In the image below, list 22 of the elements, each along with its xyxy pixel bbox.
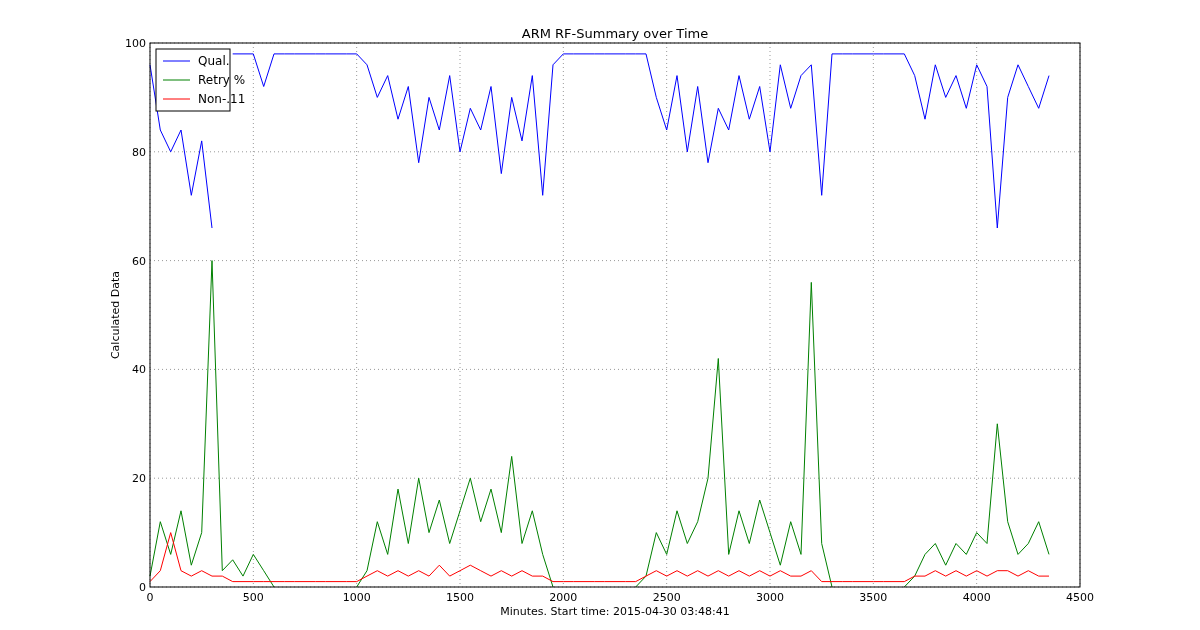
legend-label: Qual. xyxy=(198,54,230,68)
tick-label: 2000 xyxy=(549,591,578,604)
tick-label: 40 xyxy=(132,363,146,377)
tick-label: 100 xyxy=(125,37,146,50)
tick-label: 60 xyxy=(132,254,146,268)
tick-label: 4500 xyxy=(1066,591,1094,604)
tick-label: 1000 xyxy=(342,591,371,604)
tick-label: 500 xyxy=(242,591,264,604)
tick-label: 20 xyxy=(132,472,146,486)
y-axis-label: Calculated Data xyxy=(109,270,122,360)
legend-label: Non-.11 xyxy=(198,92,246,106)
chart-title: ARM RF-Summary over Time xyxy=(521,26,709,41)
tick-label: 3000 xyxy=(756,591,784,604)
tick-label: 4000 xyxy=(962,591,991,604)
x-axis-label: Minutes. Start time: 2015-04-30 03:48:41 xyxy=(500,605,730,618)
tick-label: 0 xyxy=(146,591,154,604)
tick-label: 80 xyxy=(132,145,146,159)
tick-label: 3500 xyxy=(859,591,888,604)
tick-label: 2500 xyxy=(652,591,681,604)
legend-label: Retry % xyxy=(198,73,246,87)
tick-label: 0 xyxy=(139,581,146,594)
tick-label: 1500 xyxy=(446,591,474,604)
